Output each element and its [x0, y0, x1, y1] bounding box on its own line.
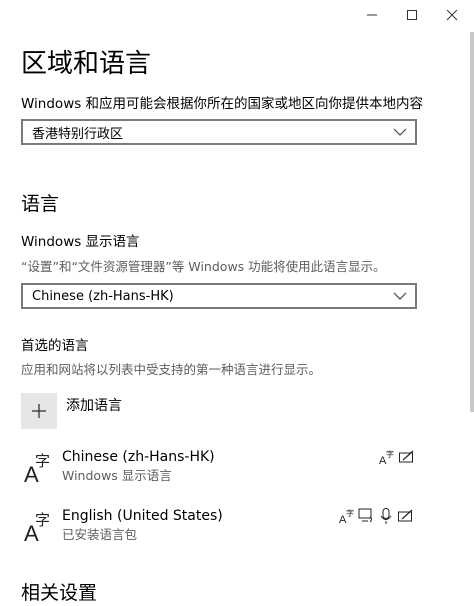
language-glyph-icon: A 字: [24, 452, 50, 487]
region-label: Windows 和应用可能会根据你所在的国家或地区向你提供本地内容: [21, 96, 424, 112]
svg-text:字: 字: [35, 452, 50, 470]
display-language-select[interactable]: Chinese (zh-Hans-HK): [21, 283, 417, 309]
language-glyph-icon: A 字: [24, 511, 50, 546]
region-select[interactable]: 香港特别行政区: [21, 119, 417, 145]
language-status: Windows 显示语言: [62, 468, 172, 483]
display-language-icon: A 字: [378, 448, 396, 466]
page-title: 区域和语言: [21, 49, 152, 79]
language-list-item[interactable]: A 字 English (United States) 已安装语言包 A 字: [0, 507, 474, 557]
display-language-label: Windows 显示语言: [21, 234, 140, 250]
language-status: 已安装语言包: [62, 527, 138, 542]
maximize-button[interactable]: [392, 4, 432, 26]
plus-icon: [32, 404, 46, 418]
svg-text:字: 字: [35, 511, 50, 529]
scrollbar[interactable]: [470, 32, 474, 412]
language-name: English (United States): [62, 508, 223, 524]
minimize-icon: [367, 14, 377, 16]
preferred-languages-title: 首选的语言: [21, 338, 89, 354]
related-settings-title: 相关设置: [21, 582, 98, 604]
display-language-select-value: Chinese (zh-Hans-HK): [32, 288, 174, 304]
svg-text:字: 字: [346, 508, 354, 518]
maximize-icon: [407, 10, 417, 20]
close-icon: [446, 9, 458, 21]
language-section-title: 语言: [21, 193, 60, 215]
handwriting-icon: [397, 507, 415, 525]
speech-recognition-icon: [377, 507, 395, 525]
svg-text:字: 字: [386, 449, 394, 459]
chevron-down-icon: [385, 128, 415, 136]
text-to-speech-icon: [357, 507, 375, 525]
title-bar: [0, 0, 474, 32]
add-language-button[interactable]: [21, 393, 57, 429]
display-language-description: “设置”和“文件资源管理器”等 Windows 功能将使用此语言显示。: [21, 259, 386, 274]
region-select-value: 香港特别行政区: [32, 126, 124, 142]
chevron-down-icon: [385, 292, 415, 300]
language-name: Chinese (zh-Hans-HK): [62, 449, 215, 465]
close-button[interactable]: [432, 4, 472, 26]
handwriting-icon: [398, 448, 416, 466]
add-language-label[interactable]: 添加语言: [66, 395, 122, 415]
display-language-icon: A 字: [338, 507, 356, 525]
language-list-item[interactable]: A 字 Chinese (zh-Hans-HK) Windows 显示语言 A …: [0, 448, 474, 498]
preferred-languages-description: 应用和网站将以列表中受支持的第一种语言进行显示。: [21, 362, 322, 377]
minimize-button[interactable]: [352, 4, 392, 26]
